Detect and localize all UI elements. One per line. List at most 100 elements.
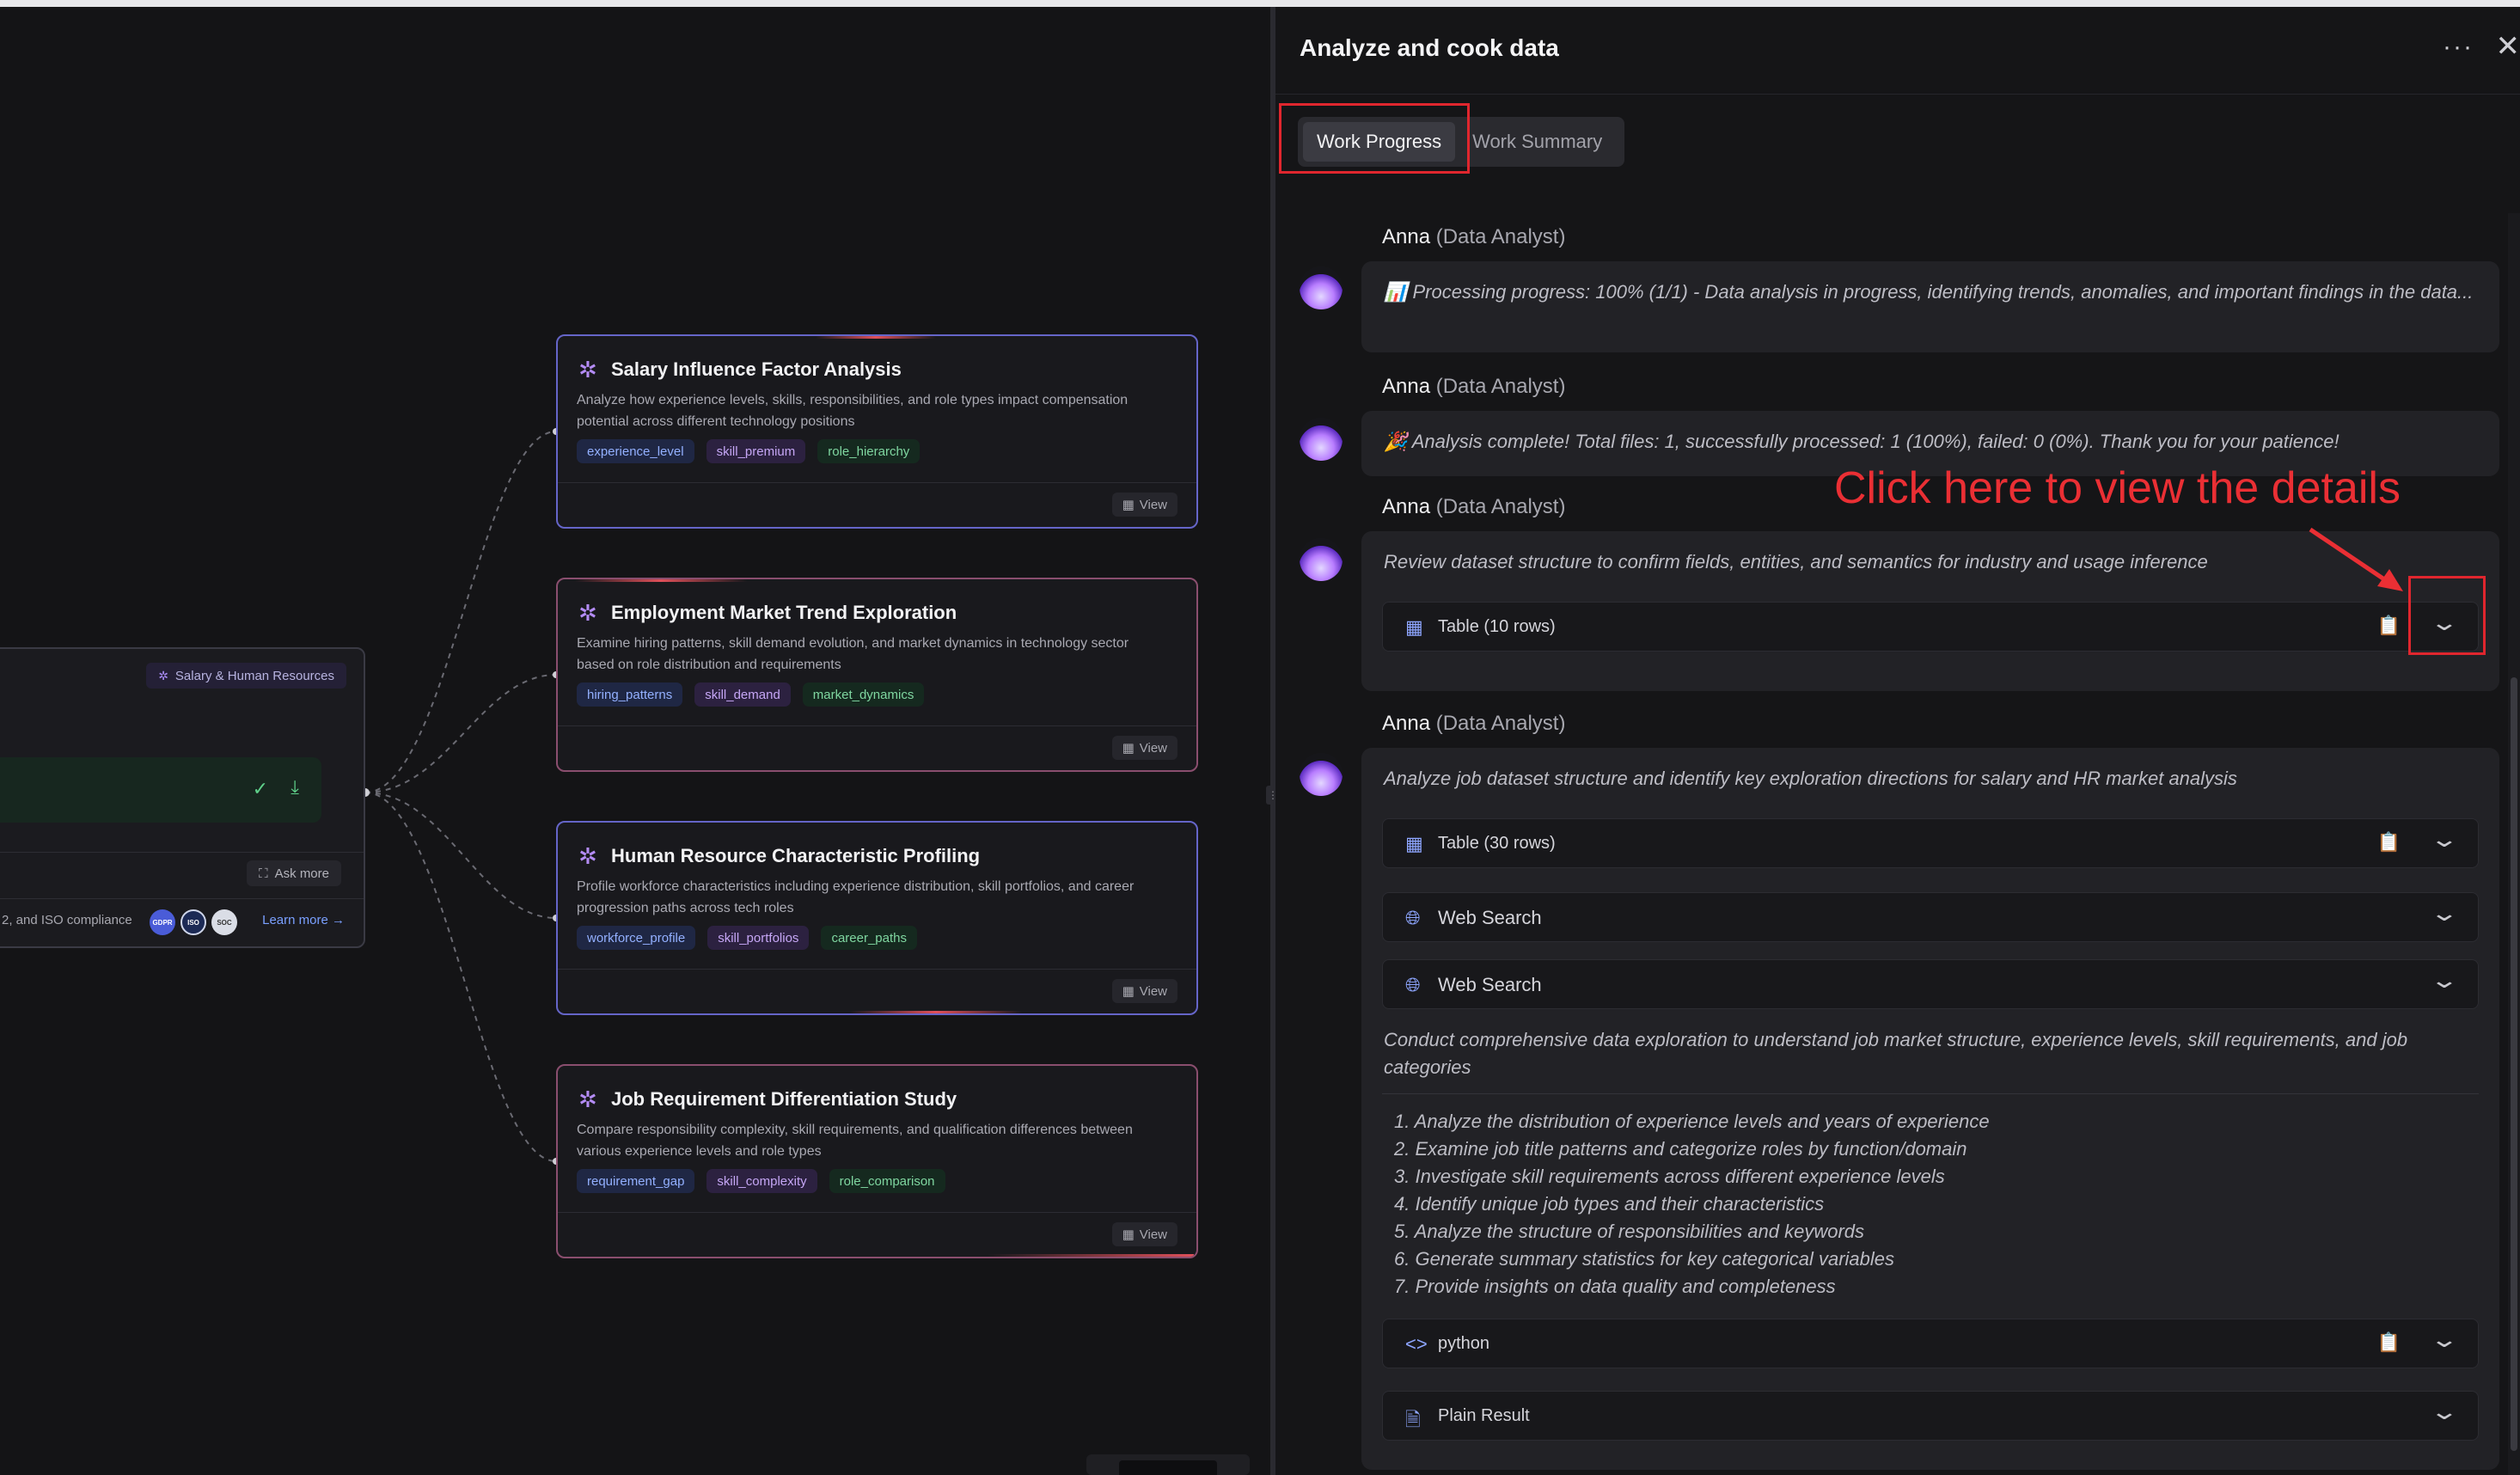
message-text: 🎉 Analysis complete! Total files: 1, suc…: [1384, 431, 2340, 452]
card-title: Job Requirement Differentiation Study: [611, 1088, 957, 1110]
tab-work-summary[interactable]: Work Summary: [1459, 122, 1616, 162]
view-button[interactable]: ▦ View: [1111, 493, 1177, 517]
card-description: Compare responsibility complexity, skill…: [577, 1123, 1133, 1159]
tag: workforce_profile: [577, 926, 696, 950]
chevron-down-icon[interactable]: ⌄: [2430, 967, 2460, 994]
card-title: Human Resource Characteristic Profiling: [611, 845, 981, 866]
table-icon: ▦: [1405, 616, 1423, 638]
brain-icon: ✲: [578, 357, 597, 383]
scrollbar-thumb[interactable]: [2511, 677, 2517, 1451]
table-tool-block[interactable]: ▦ Table (10 rows) 📋 ⌄: [1382, 602, 2479, 652]
list-item: 6. Generate summary statistics for key c…: [1394, 1248, 1895, 1270]
highlight-box-tabs: [1279, 103, 1470, 174]
root-node[interactable]: ✲ Salary & Human Resources ✓ ⤓ ⛶ Ask mor…: [0, 647, 365, 948]
clipboard-icon[interactable]: 📋: [2377, 831, 2401, 854]
message-text: 📊 Processing progress: 100% (1/1) - Data…: [1384, 281, 2474, 303]
card-description: Profile workforce characteristics includ…: [577, 879, 1135, 915]
view-button[interactable]: ▦ View: [1111, 736, 1177, 760]
canvas-minimap[interactable]: [1086, 1454, 1250, 1475]
message-bubble: Analyze job dataset structure and identi…: [1361, 748, 2499, 1470]
tool-label: Plain Result: [1438, 1406, 1530, 1425]
more-icon[interactable]: ···: [2443, 33, 2474, 62]
card-tags: workforce_profile skill_portfolios caree…: [577, 926, 917, 950]
table-tool-block[interactable]: ▦ Table (30 rows) 📋 ⌄: [1382, 818, 2479, 868]
chevron-down-icon[interactable]: ⌄: [2430, 1326, 2460, 1353]
view-button[interactable]: ▦ View: [1111, 979, 1177, 1003]
message-text: Review dataset structure to confirm fiel…: [1384, 551, 2208, 572]
brain-icon: ✲: [578, 1086, 597, 1112]
tag: market_dynamics: [802, 682, 925, 707]
chevron-down-icon[interactable]: ⌄: [2430, 1398, 2460, 1425]
brain-icon: ✲: [578, 843, 597, 869]
ask-more-label: Ask more: [274, 866, 329, 881]
list-item: 1. Analyze the distribution of experienc…: [1394, 1111, 1990, 1132]
tag: experience_level: [577, 439, 694, 463]
edge-to-card-2: [364, 674, 557, 793]
flow-canvas[interactable]: ✲ Salary & Human Resources ✓ ⤓ ⛶ Ask mor…: [0, 7, 1270, 1475]
chevron-down-icon[interactable]: ⌄: [2430, 900, 2460, 927]
compliance-badges: GDPR ISO SOC: [150, 909, 237, 935]
message-author: Anna (Data Analyst): [1382, 375, 1566, 398]
tag: skill_demand: [694, 682, 791, 707]
tool-label: Web Search: [1438, 907, 1542, 928]
highlight-box-expand: [2408, 576, 2486, 655]
tag: role_comparison: [829, 1169, 945, 1193]
view-icon: ▦: [1122, 1227, 1135, 1242]
direction-card-4[interactable]: ✲ Job Requirement Differentiation Study …: [556, 1064, 1198, 1258]
root-divider-2: [0, 898, 364, 899]
view-icon: ▦: [1122, 984, 1135, 999]
web-search-block[interactable]: 🌐︎ Web Search ⌄: [1382, 959, 2479, 1009]
web-search-block[interactable]: 🌐︎ Web Search ⌄: [1382, 892, 2479, 942]
work-panel: Analyze and cook data ··· ✕ Work Progres…: [1275, 7, 2520, 1475]
tool-label: Table (30 rows): [1438, 834, 1556, 853]
code-tool-block[interactable]: <> python 📋 ⌄: [1382, 1319, 2479, 1368]
list-item: 3. Investigate skill requirements across…: [1394, 1166, 1945, 1187]
tag: skill_complexity: [706, 1169, 817, 1193]
chevron-down-icon[interactable]: ⌄: [2430, 826, 2460, 853]
iso-badge: ISO: [180, 909, 206, 935]
clipboard-icon[interactable]: 📋: [2377, 615, 2401, 637]
document-icon: 🗎: [1405, 1409, 1421, 1430]
card-description: Examine hiring patterns, skill demand ev…: [577, 636, 1129, 672]
panel-title: Analyze and cook data: [1300, 34, 1559, 61]
direction-card-3[interactable]: ✲ Human Resource Characteristic Profilin…: [556, 821, 1198, 1015]
list-item: 4. Identify unique job types and their c…: [1394, 1193, 1825, 1215]
message-bubble: Review dataset structure to confirm fiel…: [1361, 531, 2499, 691]
globe-icon: 🌐︎: [1405, 974, 1421, 995]
card-description: Analyze how experience levels, skills, r…: [577, 393, 1128, 429]
tag: skill_portfolios: [707, 926, 810, 950]
view-button[interactable]: ▦ View: [1111, 1222, 1177, 1246]
tag: role_hierarchy: [817, 439, 921, 463]
message-author: Anna (Data Analyst): [1382, 712, 1566, 735]
root-tag-label: Salary & Human Resources: [174, 668, 334, 683]
card-tags: requirement_gap skill_complexity role_co…: [577, 1169, 945, 1193]
avatar: [1300, 266, 1343, 309]
clipboard-icon[interactable]: 📋: [2377, 1331, 2401, 1354]
ask-more-button[interactable]: ⛶ Ask more: [247, 860, 341, 886]
tool-label: Table (10 rows): [1438, 617, 1556, 636]
view-icon: ▦: [1122, 741, 1135, 756]
download-icon[interactable]: ⤓: [291, 776, 299, 799]
root-result-row[interactable]: ✓ ⤓: [0, 757, 321, 823]
message-text-secondary: Conduct comprehensive data exploration t…: [1384, 1029, 2408, 1078]
direction-card-1[interactable]: ✲ Salary Influence Factor Analysis Analy…: [556, 334, 1198, 529]
close-icon[interactable]: ✕: [2496, 29, 2520, 64]
result-tool-block[interactable]: 🗎 Plain Result ⌄: [1382, 1391, 2479, 1441]
root-divider: [0, 852, 364, 853]
panel-scrollbar[interactable]: [2508, 213, 2520, 1475]
learn-more-link[interactable]: Learn more →: [262, 913, 345, 927]
edge-to-card-4: [364, 792, 557, 1162]
edge-to-card-3: [364, 792, 557, 919]
list-item: 5. Analyze the structure of responsibili…: [1394, 1221, 1865, 1242]
tool-label: Web Search: [1438, 974, 1542, 995]
edge-to-card-1: [364, 431, 557, 793]
card-title: Salary Influence Factor Analysis: [611, 358, 902, 380]
list-item: 7. Provide insights on data quality and …: [1394, 1276, 1836, 1297]
direction-card-2[interactable]: ✲ Employment Market Trend Exploration Ex…: [556, 578, 1198, 772]
table-icon: ▦: [1405, 833, 1423, 854]
tag: skill_premium: [706, 439, 806, 463]
code-icon: <>: [1405, 1333, 1428, 1355]
soc-badge: SOC: [211, 909, 237, 935]
window-top-strip: [0, 0, 2520, 7]
list-item: 2. Examine job title patterns and catego…: [1394, 1138, 1967, 1160]
